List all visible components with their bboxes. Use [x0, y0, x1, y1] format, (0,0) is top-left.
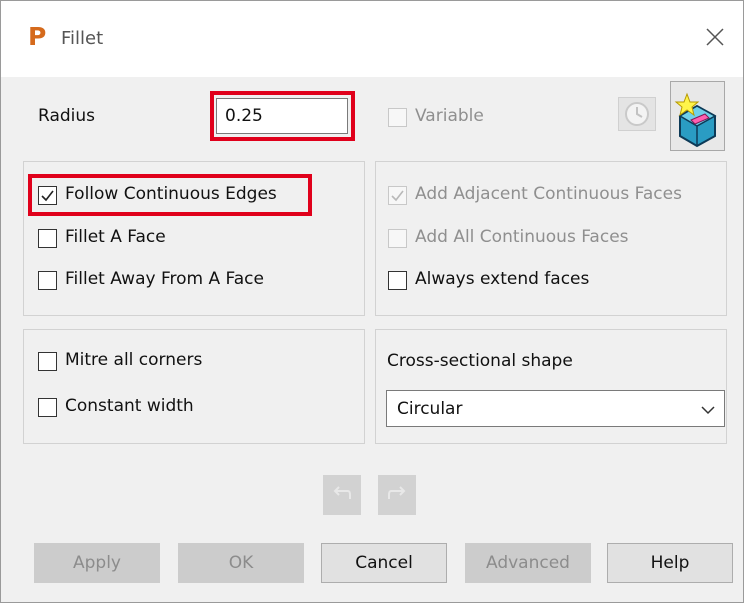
cross-section-value: Circular	[397, 399, 463, 419]
corner-options-panel	[23, 329, 365, 444]
redo-button[interactable]	[378, 475, 416, 515]
redo-icon	[388, 486, 406, 499]
undo-icon	[333, 486, 351, 499]
cancel-button[interactable]: Cancel	[321, 543, 447, 583]
follow-continuous-edges-checkbox[interactable]	[38, 186, 57, 205]
chevron-down-icon	[701, 406, 715, 415]
add-adjacent-continuous-faces-label: Add Adjacent Continuous Faces	[415, 184, 682, 204]
follow-continuous-edges-label: Follow Continuous Edges	[65, 184, 277, 204]
fillet-a-face-label: Fillet A Face	[65, 227, 166, 247]
close-button[interactable]	[697, 19, 733, 55]
add-adjacent-continuous-faces-checkbox[interactable]	[388, 186, 407, 205]
constant-width-label: Constant width	[65, 396, 194, 416]
fillet-away-from-face-checkbox[interactable]	[38, 271, 57, 290]
add-all-continuous-faces-checkbox[interactable]	[388, 229, 407, 248]
apply-button-label: Apply	[73, 553, 121, 573]
always-extend-faces-label: Always extend faces	[415, 269, 590, 289]
add-all-continuous-faces-label: Add All Continuous Faces	[415, 227, 629, 247]
help-button[interactable]: Help	[607, 543, 733, 583]
title-bar: P Fillet	[1, 1, 743, 77]
fillet-a-face-checkbox[interactable]	[38, 229, 57, 248]
fillet-dialog: P Fillet Radius 0.25 Variable Follow Con…	[0, 0, 744, 603]
checkmark-icon	[391, 190, 404, 202]
mitre-all-corners-checkbox[interactable]	[38, 352, 57, 371]
ok-button-label: OK	[228, 553, 254, 573]
mitre-all-corners-label: Mitre all corners	[65, 350, 203, 370]
ok-button[interactable]: OK	[178, 543, 304, 583]
preview-icon[interactable]	[670, 81, 725, 151]
always-extend-faces-checkbox[interactable]	[388, 271, 407, 290]
fillet-away-from-face-label: Fillet Away From A Face	[65, 269, 264, 289]
close-icon	[706, 28, 724, 46]
window-title: Fillet	[61, 28, 104, 49]
cross-section-select[interactable]: Circular	[386, 390, 725, 427]
help-button-label: Help	[650, 553, 690, 573]
checkmark-icon	[41, 190, 54, 202]
undo-button[interactable]	[323, 475, 361, 515]
advanced-button-label: Advanced	[486, 553, 570, 573]
radius-highlight	[210, 91, 355, 141]
cross-section-label: Cross-sectional shape	[387, 351, 573, 371]
radius-label: Radius	[38, 106, 96, 126]
variable-checkbox[interactable]	[388, 108, 407, 127]
clock-icon[interactable]	[618, 97, 656, 131]
advanced-button[interactable]: Advanced	[465, 543, 591, 583]
variable-label: Variable	[415, 106, 484, 126]
app-logo-icon: P	[28, 22, 47, 51]
apply-button[interactable]: Apply	[34, 543, 160, 583]
constant-width-checkbox[interactable]	[38, 398, 57, 417]
cancel-button-label: Cancel	[355, 553, 413, 573]
